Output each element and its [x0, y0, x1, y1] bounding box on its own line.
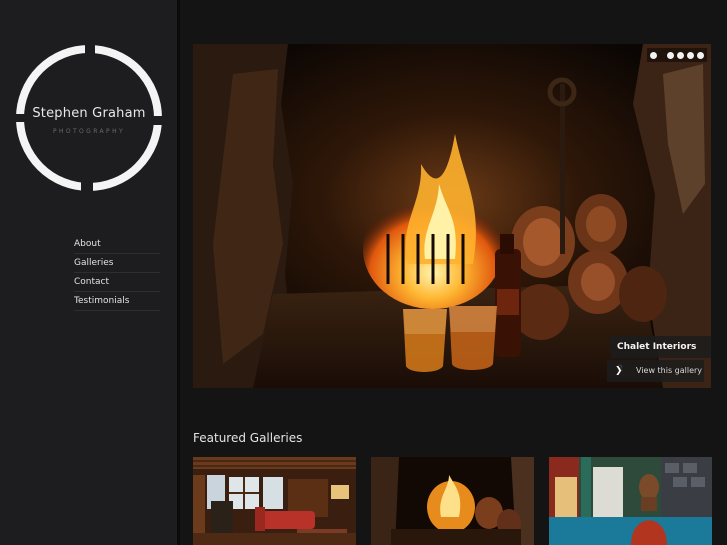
view-gallery-button[interactable]: ❯ View this gallery: [607, 360, 704, 382]
slide-dot-5[interactable]: [697, 51, 704, 59]
featured-galleries-heading: Featured Galleries: [193, 431, 303, 445]
nav-item-testimonials[interactable]: Testimonials: [74, 293, 160, 311]
slide-dot-1[interactable]: [650, 51, 657, 59]
slide-dot-3[interactable]: [677, 51, 684, 59]
nav-item-contact[interactable]: Contact: [74, 274, 160, 292]
chevron-right-icon: ❯: [615, 366, 623, 376]
nav-item-galleries[interactable]: Galleries: [74, 255, 160, 273]
featured-gallery-thumb-3[interactable]: [549, 457, 712, 545]
slide-pagination: [647, 48, 707, 62]
slide-dot-4[interactable]: [687, 51, 694, 59]
slide-caption-title: Chalet Interiors 2: [610, 336, 711, 374]
logo-tagline: PHOTOGRAPHY: [52, 128, 126, 135]
view-gallery-label: View this gallery: [636, 366, 703, 375]
sidebar: Stephen Graham PHOTOGRAPHY About Galleri…: [0, 0, 180, 545]
fireplace-thumb-photo: [371, 457, 534, 545]
portrait-photo: [549, 457, 712, 545]
slide-dot-2[interactable]: [667, 51, 674, 59]
featured-gallery-thumb-1[interactable]: [193, 457, 356, 545]
hero-slideshow[interactable]: Chalet Interiors 2 ❯ View this gallery: [193, 44, 711, 388]
logo[interactable]: Stephen Graham PHOTOGRAPHY: [15, 44, 163, 192]
featured-gallery-thumb-2[interactable]: [371, 457, 534, 545]
nav-item-about[interactable]: About: [74, 236, 160, 254]
living-room-photo: [193, 457, 356, 545]
logo-name: Stephen Graham: [32, 106, 146, 121]
slide-dot-gap: [660, 52, 664, 59]
main-nav: About Galleries Contact Testimonials: [74, 236, 160, 312]
